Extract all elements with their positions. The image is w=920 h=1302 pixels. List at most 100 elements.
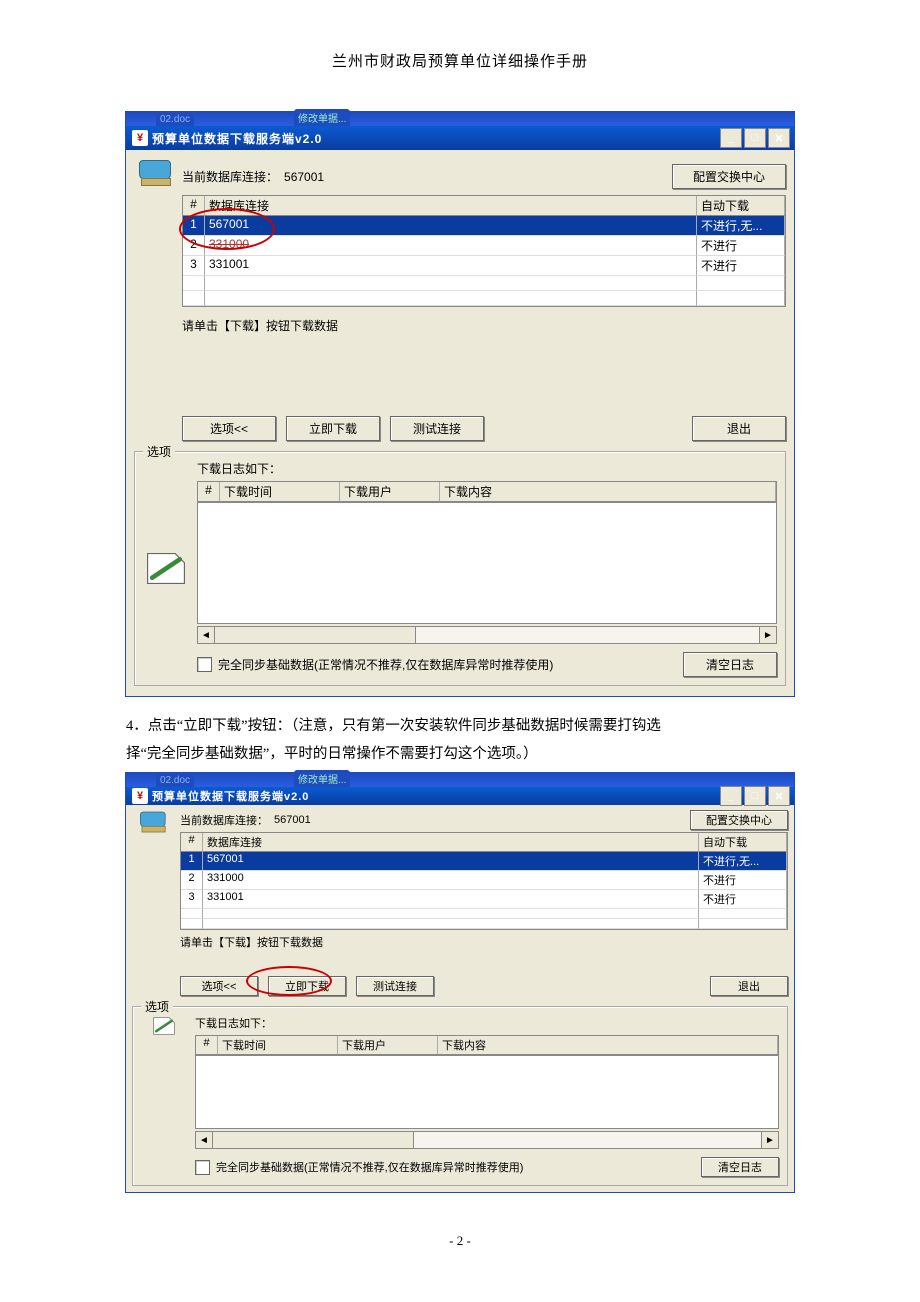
full-sync-label: 完全同步基础数据(正常情况不推荐,仅在数据库异常时推荐使用) (216, 1159, 523, 1175)
test-connection-button[interactable]: 测试连接 (390, 416, 484, 441)
col-index: # (183, 196, 205, 216)
scroll-left-icon[interactable]: ◄ (196, 1132, 213, 1148)
table-row[interactable]: 3 331001 不进行 (181, 890, 787, 909)
table-row[interactable]: 3 331001 不进行 (183, 256, 785, 276)
download-hint: 请单击【下载】按钮下载数据 (180, 930, 788, 952)
word-tab-row: 02.doc 修改单据... (126, 773, 794, 787)
options-button[interactable]: 选项<< (182, 416, 276, 441)
cell-index: 2 (183, 236, 205, 256)
options-button[interactable]: 选项<< (180, 976, 258, 996)
col-db: 数据库连接 (203, 833, 699, 852)
col-time: 下载时间 (220, 482, 340, 502)
col-user: 下载用户 (338, 1036, 438, 1055)
app-icon: ¥ (132, 130, 148, 146)
options-group-label: 选项 (143, 443, 175, 460)
options-group: 选项 下载日志如下： # 下载时间 下载用户 下载内容 (132, 1006, 788, 1186)
download-now-button[interactable]: 立即下载 (286, 416, 380, 441)
window-title: 预算单位数据下载服务端v2.0 (152, 130, 322, 147)
col-user: 下载用户 (340, 482, 440, 502)
doc-header: 兰州市财政局预算单位详细操作手册 (0, 50, 920, 71)
screenshot-1: 02.doc 修改单据... ¥ 预算单位数据下载服务端v2.0 _ □ ✕ 当… (125, 111, 795, 697)
app-icon: ¥ (132, 788, 148, 804)
cell-index: 3 (181, 890, 203, 909)
col-content: 下载内容 (440, 482, 776, 502)
current-conn-label: 当前数据库连接： (180, 812, 268, 828)
table-row[interactable]: 1 567001 不进行,无... (183, 216, 785, 236)
note-icon (143, 460, 189, 677)
cell-auto: 不进行 (699, 890, 787, 909)
cell-db: 567001 (203, 852, 699, 871)
horizontal-scrollbar[interactable]: ◄ ► (197, 626, 777, 644)
horizontal-scrollbar[interactable]: ◄ ► (195, 1131, 779, 1149)
word-tab-right: 修改单据... (294, 770, 350, 787)
col-auto: 自动下载 (699, 833, 787, 852)
cell-auto: 不进行,无... (699, 852, 787, 871)
scroll-left-icon[interactable]: ◄ (198, 627, 215, 643)
options-group: 选项 下载日志如下： # 下载时间 下载用户 下载内容 (134, 451, 786, 686)
full-sync-checkbox[interactable] (195, 1160, 210, 1175)
log-table[interactable]: # 下载时间 下载用户 下载内容 (197, 481, 777, 503)
clear-log-button[interactable]: 清空日志 (701, 1157, 779, 1177)
scroll-thumb[interactable] (213, 1132, 414, 1148)
word-tab-left: 02.doc (156, 113, 194, 126)
log-body-empty (195, 1055, 779, 1129)
table-row[interactable]: 2 331000 不进行 (181, 871, 787, 890)
word-tab-row: 02.doc 修改单据... (126, 112, 794, 126)
minimize-icon[interactable]: _ (720, 128, 742, 148)
log-title: 下载日志如下： (195, 1015, 779, 1035)
col-content: 下载内容 (438, 1036, 778, 1055)
window-titlebar: ¥ 预算单位数据下载服务端v2.0 _ □ ✕ (126, 126, 794, 150)
current-conn-label: 当前数据库连接： (182, 168, 278, 185)
scroll-thumb[interactable] (215, 627, 416, 643)
window-title: 预算单位数据下载服务端v2.0 (152, 788, 309, 804)
col-db: 数据库连接 (205, 196, 697, 216)
close-icon[interactable]: ✕ (768, 128, 790, 148)
word-tab-right: 修改单据... (294, 109, 350, 126)
connection-table[interactable]: # 数据库连接 自动下载 1 567001 不进行,无... 2 331000 (182, 195, 786, 307)
close-icon[interactable]: ✕ (768, 786, 790, 806)
cell-index: 1 (181, 852, 203, 871)
cell-auto: 不进行 (697, 256, 785, 276)
config-exchange-button[interactable]: 配置交换中心 (690, 810, 788, 830)
cell-auto: 不进行 (697, 236, 785, 256)
minimize-icon[interactable]: _ (720, 786, 742, 806)
download-hint: 请单击【下载】按钮下载数据 (182, 307, 786, 340)
full-sync-checkbox[interactable] (197, 657, 212, 672)
log-title: 下载日志如下： (197, 460, 777, 481)
drive-icon (132, 809, 172, 835)
clear-log-button[interactable]: 清空日志 (683, 652, 777, 677)
cell-db: 331000 (203, 871, 699, 890)
table-row[interactable]: 1 567001 不进行,无... (181, 852, 787, 871)
col-time: 下载时间 (218, 1036, 338, 1055)
test-connection-button[interactable]: 测试连接 (356, 976, 434, 996)
exit-button[interactable]: 退出 (710, 976, 788, 996)
cell-index: 1 (183, 216, 205, 236)
scroll-right-icon[interactable]: ► (759, 627, 776, 643)
log-body-empty (197, 502, 777, 624)
scroll-right-icon[interactable]: ► (761, 1132, 778, 1148)
window-titlebar: ¥ 预算单位数据下载服务端v2.0 _ □ ✕ (126, 787, 794, 805)
cell-index: 3 (183, 256, 205, 276)
current-conn-value: 567001 (284, 170, 324, 184)
cell-db: 331000 (205, 236, 697, 256)
col-auto: 自动下载 (697, 196, 785, 216)
maximize-icon[interactable]: □ (744, 128, 766, 148)
download-now-button[interactable]: 立即下载 (268, 976, 346, 996)
connection-table[interactable]: # 数据库连接 自动下载 1 567001 不进行,无... 2 331000 (180, 832, 788, 930)
cell-auto: 不进行,无... (697, 216, 785, 236)
screenshot-2: 02.doc 修改单据... ¥ 预算单位数据下载服务端v2.0 _ □ ✕ 当… (125, 772, 795, 1193)
options-group-label: 选项 (141, 998, 173, 1015)
drive-icon (134, 160, 174, 186)
cell-db: 331001 (205, 256, 697, 276)
cell-auto: 不进行 (699, 871, 787, 890)
word-tab-left: 02.doc (156, 774, 194, 787)
full-sync-label: 完全同步基础数据(正常情况不推荐,仅在数据库异常时推荐使用) (218, 656, 553, 673)
exit-button[interactable]: 退出 (692, 416, 786, 441)
col-index: # (181, 833, 203, 852)
config-exchange-button[interactable]: 配置交换中心 (672, 164, 786, 189)
maximize-icon[interactable]: □ (744, 786, 766, 806)
cell-db: 567001 (205, 216, 697, 236)
table-row[interactable]: 2 331000 不进行 (183, 236, 785, 256)
log-table[interactable]: # 下载时间 下载用户 下载内容 (195, 1035, 779, 1056)
current-conn-value: 567001 (274, 814, 311, 826)
